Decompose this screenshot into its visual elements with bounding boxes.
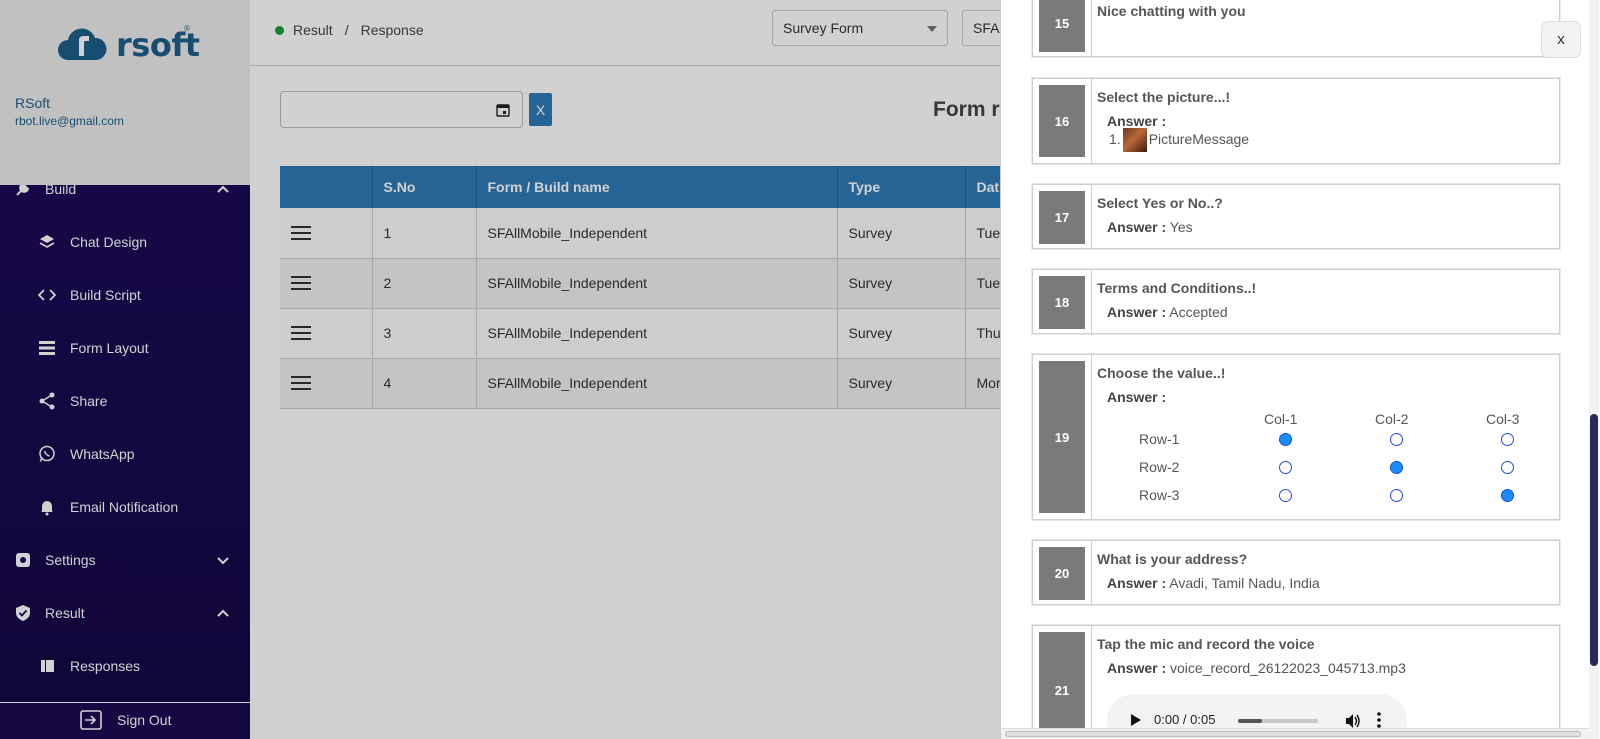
card-divider	[1091, 0, 1092, 58]
matrix-radio[interactable]	[1279, 433, 1292, 446]
question-text: Choose the value..!	[1097, 365, 1226, 381]
matrix-row-header: Row-3	[1139, 487, 1180, 503]
question-number: 17	[1039, 191, 1085, 244]
question-text: Nice chatting with you	[1097, 3, 1246, 19]
card-divider	[1091, 79, 1092, 165]
question-card-17: 17 Select Yes or No..? Answer : Yes	[1032, 184, 1560, 250]
app-root: Result / Response Survey Form SFA X Form…	[0, 0, 1600, 739]
picture-answer: 1. PictureMessage	[1109, 127, 1250, 153]
answer-label: Answer :	[1107, 219, 1167, 235]
question-number: 20	[1039, 547, 1085, 600]
answer-value: Yes	[1169, 219, 1193, 235]
question-card-15: 15 Nice chatting with you	[1032, 0, 1560, 58]
answer-row: Answer : voice_record_26122023_045713.mp…	[1107, 660, 1406, 676]
answer-value: Accepted	[1169, 304, 1228, 320]
volume-icon[interactable]	[1345, 713, 1361, 729]
question-text: Tap the mic and record the voice	[1097, 636, 1315, 652]
matrix-radio[interactable]	[1279, 489, 1292, 502]
question-number: 19	[1039, 361, 1085, 513]
matrix-row-header: Row-1	[1139, 431, 1180, 447]
matrix-radio[interactable]	[1279, 461, 1292, 474]
close-panel-button[interactable]: x	[1541, 21, 1581, 58]
matrix-row-header: Row-2	[1139, 459, 1180, 475]
answer-label: Answer :	[1107, 304, 1167, 320]
answer-label: Answer :	[1107, 660, 1167, 676]
picture-thumbnail[interactable]	[1122, 128, 1147, 153]
question-text: Select the picture...!	[1097, 89, 1231, 105]
matrix-radio[interactable]	[1390, 461, 1403, 474]
answer-row: Answer : Avadi, Tamil Nadu, India	[1107, 575, 1320, 591]
question-card-20: 20 What is your address? Answer : Avadi,…	[1032, 540, 1560, 606]
question-number: 15	[1039, 0, 1085, 52]
matrix-column-header: Col-1	[1264, 411, 1298, 427]
question-text: What is your address?	[1097, 551, 1248, 567]
matrix-column-header: Col-3	[1486, 411, 1520, 427]
card-divider	[1091, 355, 1092, 521]
answer-row: Answer : Accepted	[1107, 304, 1228, 320]
matrix-radio[interactable]	[1501, 433, 1514, 446]
answer-label: Answer :	[1107, 575, 1167, 591]
audio-time: 0:00 / 0:05	[1154, 712, 1216, 727]
matrix-radio[interactable]	[1390, 489, 1403, 502]
more-options-icon[interactable]	[1377, 712, 1381, 728]
answer-value: PictureMessage	[1148, 131, 1250, 147]
audio-progress-fill	[1238, 719, 1262, 723]
answer-row: Answer : Yes	[1107, 219, 1193, 235]
card-divider	[1091, 626, 1092, 739]
horizontal-scrollbar-thumb[interactable]	[1005, 731, 1581, 737]
audio-seek-slider[interactable]	[1238, 719, 1318, 723]
answer-value: Avadi, Tamil Nadu, India	[1169, 575, 1320, 591]
matrix-column-header: Col-2	[1375, 411, 1409, 427]
question-card-16: 16 Select the picture...! Answer : 1. Pic…	[1032, 78, 1560, 165]
question-card-19: 19 Choose the value..! Answer : Col-1 Co…	[1032, 354, 1560, 521]
play-icon[interactable]	[1131, 714, 1141, 726]
matrix-radio[interactable]	[1390, 433, 1403, 446]
question-text: Terms and Conditions..!	[1097, 280, 1257, 296]
card-divider	[1091, 541, 1092, 606]
answer-value: voice_record_26122023_045713.mp3	[1170, 660, 1406, 676]
answer-prefix: 1.	[1109, 131, 1121, 147]
horizontal-scrollbar[interactable]	[1001, 728, 1589, 739]
question-number: 16	[1039, 85, 1085, 157]
response-detail-panel: 15 Nice chatting with you 16 Select the …	[1000, 0, 1600, 739]
question-text: Select Yes or No..?	[1097, 195, 1223, 211]
card-divider	[1091, 185, 1092, 250]
question-card-21: 21 Tap the mic and record the voice Answ…	[1032, 625, 1560, 739]
answer-row: Answer :	[1107, 389, 1166, 405]
answer-label: Answer :	[1107, 389, 1167, 405]
matrix-radio[interactable]	[1501, 489, 1514, 502]
question-number: 21	[1039, 632, 1085, 739]
matrix-radio[interactable]	[1501, 461, 1514, 474]
card-divider	[1091, 270, 1092, 335]
modal-backdrop[interactable]	[0, 0, 1000, 739]
question-number: 18	[1039, 276, 1085, 329]
vertical-scrollbar-thumb[interactable]	[1590, 414, 1598, 666]
question-card-18: 18 Terms and Conditions..! Answer : Acce…	[1032, 269, 1560, 335]
